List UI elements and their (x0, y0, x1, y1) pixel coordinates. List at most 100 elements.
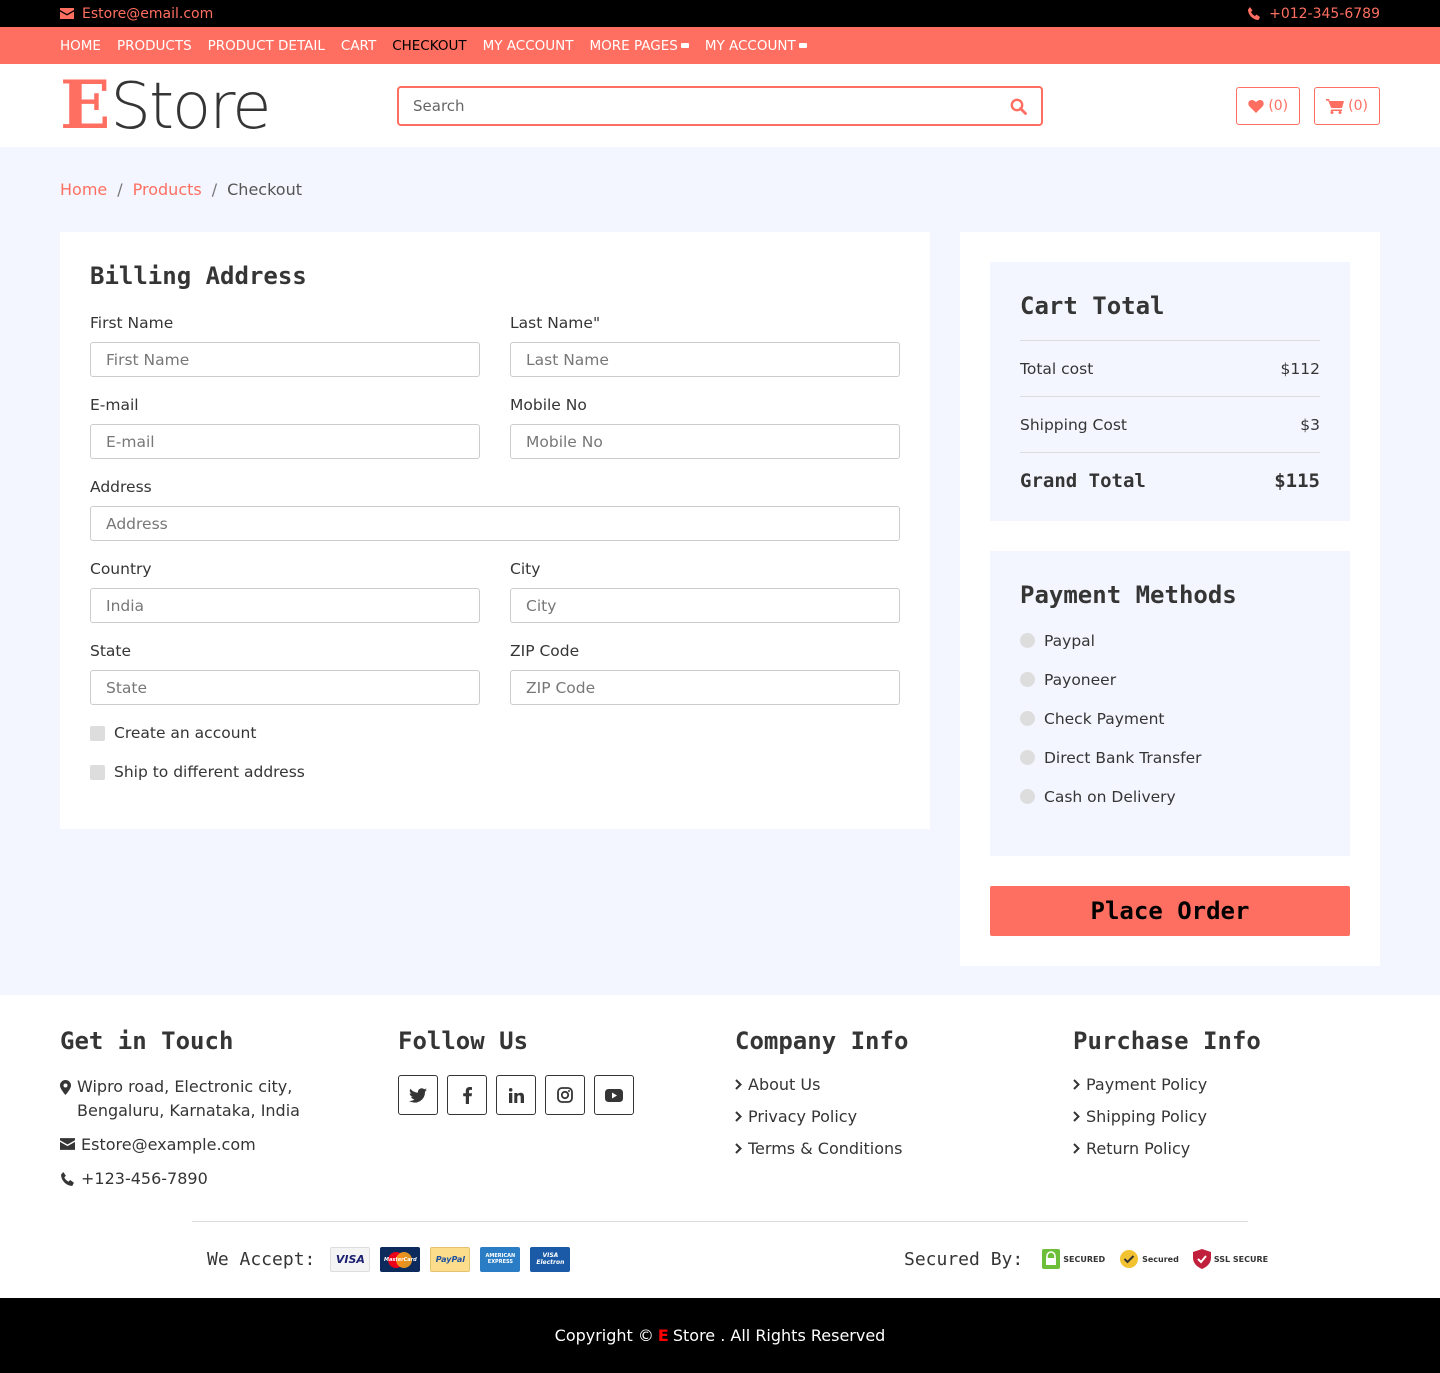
footer-email-text: Estore@example.com (81, 1135, 256, 1154)
email-input[interactable]: E-mail (90, 424, 480, 459)
create-account-checkbox[interactable] (90, 725, 105, 741)
order-summary-panel: Cart Total Total cost $112 Shipping Cost… (960, 232, 1380, 966)
topbar-phone[interactable]: +012-345-6789 (1247, 6, 1380, 22)
footer-link-label: Return Policy (1086, 1139, 1191, 1158)
breadcrumb-current: Checkout (227, 180, 302, 199)
visa-card-icon: VISA (330, 1247, 371, 1272)
payment-radio[interactable] (1020, 789, 1035, 804)
envelope-icon (60, 1138, 75, 1150)
top-bar: Estore@email.com +012-345-6789 (0, 0, 1440, 27)
youtube-button[interactable] (594, 1075, 634, 1115)
country-label: Country (90, 560, 152, 578)
nav-checkout[interactable]: Checkout (392, 38, 466, 54)
create-account-label: Create an account (114, 724, 257, 742)
create-account-option[interactable]: Create an account (90, 724, 256, 742)
linkedin-button[interactable] (496, 1075, 536, 1115)
shipping-cost-label: Shipping Cost (1020, 415, 1128, 434)
mastercard-icon: MasterCard (380, 1247, 421, 1272)
paypal-verified-seal-icon: Secured (1119, 1247, 1179, 1271)
caret-down-icon (798, 43, 807, 48)
chevron-right-icon (735, 1079, 742, 1090)
cart-count: (0) (1348, 98, 1368, 114)
ship-different-option[interactable]: Ship to different address (90, 763, 305, 781)
nav-more-pages-dropdown[interactable]: More Pages (590, 38, 689, 54)
place-order-button[interactable]: Place Order (990, 886, 1350, 936)
payment-option-label: Paypal (1044, 631, 1095, 650)
footer-divider (192, 1221, 1248, 1222)
address-input[interactable]: Address (90, 506, 900, 541)
wishlist-button[interactable]: (0) (1236, 87, 1301, 125)
footer-phone[interactable]: +123-456-7890 (60, 1167, 370, 1191)
search-icon[interactable] (1010, 98, 1027, 115)
payment-radio[interactable] (1020, 633, 1035, 648)
payment-methods-box: Payment Methods Paypal Payoneer Check Pa… (990, 551, 1350, 856)
state-label: State (90, 642, 132, 660)
search-input[interactable] (413, 97, 1010, 115)
nav-my-account-dropdown[interactable]: My Account (705, 38, 807, 54)
payment-option-bank-transfer[interactable]: Direct Bank Transfer (1020, 738, 1320, 777)
nav-my-account[interactable]: My Account (483, 38, 574, 54)
footer-link-payment-policy[interactable]: Payment Policy (1073, 1075, 1261, 1094)
city-input[interactable]: City (510, 588, 900, 623)
zip-input[interactable]: ZIP Code (510, 670, 900, 705)
mobile-field: Mobile No Mobile No (510, 396, 900, 459)
mobile-input[interactable]: Mobile No (510, 424, 900, 459)
grand-total-label: Grand Total (1020, 469, 1146, 492)
chevron-right-icon (1073, 1143, 1080, 1154)
chevron-right-icon (1073, 1111, 1080, 1122)
payment-radio[interactable] (1020, 672, 1035, 687)
secured-by-label: Secured By: (904, 1248, 1024, 1270)
payment-option-cod[interactable]: Cash on Delivery (1020, 777, 1320, 816)
visa-electron-card-icon: VISA Electron (530, 1247, 571, 1272)
breadcrumb-products[interactable]: Products (133, 180, 202, 199)
footer-link-label: Privacy Policy (748, 1107, 858, 1126)
footer-link-shipping-policy[interactable]: Shipping Policy (1073, 1107, 1261, 1126)
facebook-button[interactable] (447, 1075, 487, 1115)
mobile-label: Mobile No (510, 396, 587, 414)
topbar-email[interactable]: Estore@email.com (60, 6, 213, 22)
nav-home[interactable]: Home (60, 38, 101, 54)
twitter-button[interactable] (398, 1075, 438, 1115)
country-select[interactable]: India (90, 588, 480, 623)
billing-title: Billing Address (90, 262, 307, 290)
nav-products[interactable]: Products (117, 38, 192, 54)
footer-link-privacy[interactable]: Privacy Policy (735, 1107, 908, 1126)
copyright-brand-e[interactable]: E (658, 1326, 669, 1345)
footer-link-about[interactable]: About Us (735, 1075, 908, 1094)
footer-touch-title: Get in Touch (60, 1027, 234, 1055)
footer-email[interactable]: Estore@example.com (60, 1133, 370, 1157)
footer-link-terms[interactable]: Terms & Conditions (735, 1139, 908, 1158)
ship-different-checkbox[interactable] (90, 764, 105, 780)
grand-total-row: Grand Total $115 (1020, 452, 1320, 508)
email-field: E-mail E-mail (90, 396, 480, 459)
email-label: E-mail (90, 396, 139, 414)
payment-option-check[interactable]: Check Payment (1020, 699, 1320, 738)
payment-option-label: Check Payment (1044, 709, 1165, 728)
state-input[interactable]: State (90, 670, 480, 705)
logo[interactable]: E Store (60, 72, 271, 139)
breadcrumb-home[interactable]: Home (60, 180, 107, 199)
payment-radio[interactable] (1020, 750, 1035, 765)
last-name-input[interactable]: Last Name (510, 342, 900, 377)
secured-seal-icon: SECURED (1042, 1247, 1105, 1271)
zip-field: ZIP Code ZIP Code (510, 642, 900, 705)
checkout-main: Home / Products / Checkout Billing Addre… (0, 147, 1440, 995)
footer-link-return-policy[interactable]: Return Policy (1073, 1139, 1261, 1158)
chevron-right-icon (735, 1111, 742, 1122)
paypal-card-icon: PayPal (430, 1247, 471, 1272)
nav-product-detail[interactable]: Product Detail (208, 38, 325, 54)
cart-button[interactable]: (0) (1314, 87, 1380, 125)
instagram-button[interactable] (545, 1075, 585, 1115)
footer-link-label: About Us (748, 1075, 821, 1094)
payment-option-payoneer[interactable]: Payoneer (1020, 660, 1320, 699)
first-name-input[interactable]: First Name (90, 342, 480, 377)
we-accept-label: We Accept: (207, 1249, 316, 1270)
security-seals: Secured By: SECURED Secured SSL SECURE (904, 1247, 1268, 1271)
payment-radio[interactable] (1020, 711, 1035, 726)
nav-cart[interactable]: Cart (341, 38, 376, 54)
footer-follow-title: Follow Us (398, 1027, 529, 1055)
footer-link-label: Terms & Conditions (748, 1139, 903, 1158)
topbar-phone-text: +012-345-6789 (1269, 5, 1380, 22)
envelope-icon (60, 8, 74, 19)
payment-option-paypal[interactable]: Paypal (1020, 621, 1320, 660)
